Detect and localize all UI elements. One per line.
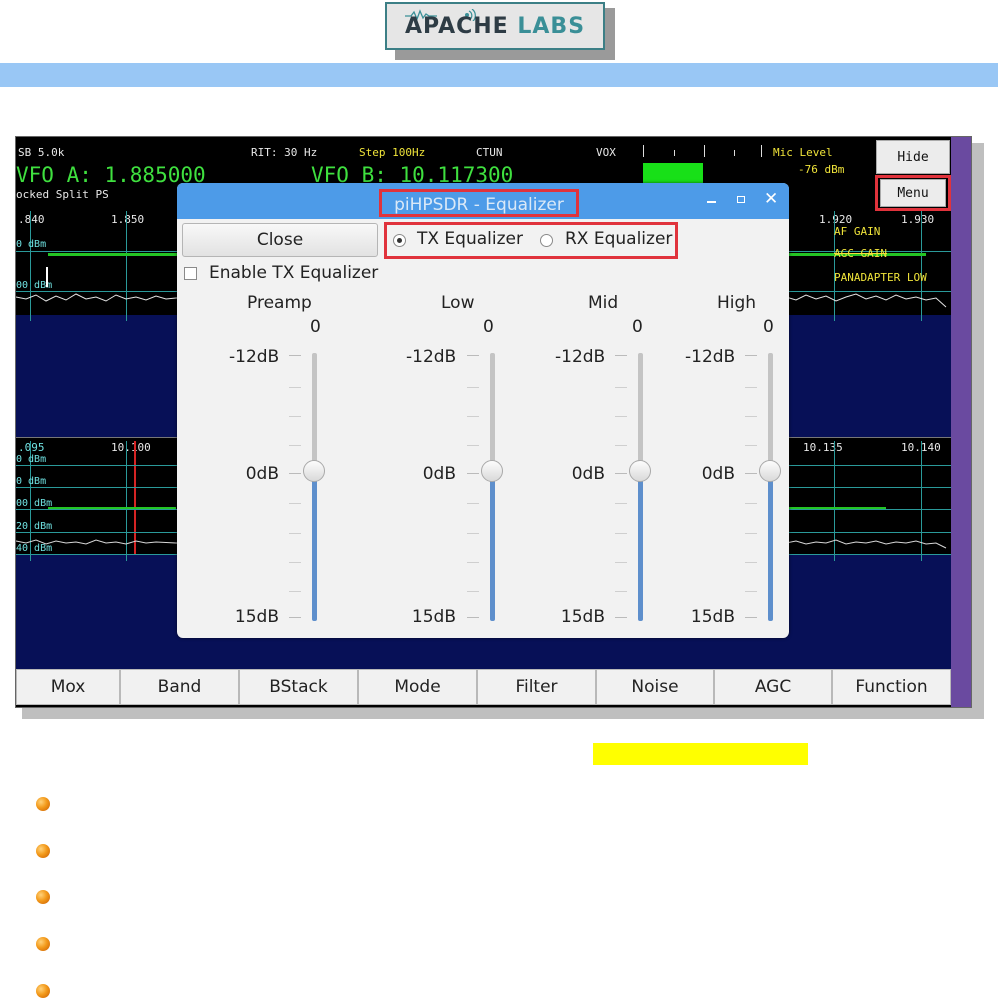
bullet-icon xyxy=(36,797,50,811)
mode-button[interactable]: Mode xyxy=(358,669,477,705)
vox-indicator: VOX xyxy=(596,146,616,159)
slider-tick xyxy=(745,562,757,563)
dbm-label-top-1: 0 dBm xyxy=(16,239,47,250)
band-mid-label: 0dB xyxy=(701,464,735,484)
bullet-icon xyxy=(36,937,50,951)
header-bar xyxy=(0,63,998,87)
overlay-af-gain: AF GAIN xyxy=(834,225,881,238)
noise-button[interactable]: Noise xyxy=(596,669,714,705)
vox-meter xyxy=(643,145,762,157)
menu-button[interactable]: Menu xyxy=(880,179,946,207)
slider-tick xyxy=(745,591,757,592)
bullet-icon xyxy=(36,844,50,858)
step-readout: Step 100Hz xyxy=(359,146,426,159)
slider-knob[interactable] xyxy=(759,460,781,482)
logo-text: APACHE LABS xyxy=(387,14,603,39)
slider-tick-major xyxy=(745,355,757,356)
overlay-agc-gain: AGC GAIN xyxy=(834,247,887,260)
hide-button[interactable]: Hide xyxy=(876,140,950,174)
mox-button[interactable]: Mox xyxy=(16,669,120,705)
slider-tick-major xyxy=(745,473,757,474)
dbm-label-b1: 0 dBm xyxy=(16,454,47,465)
filter-passband-top xyxy=(48,253,198,256)
slider-fill[interactable] xyxy=(768,471,773,621)
dbm-label-b4: 20 dBm xyxy=(16,521,53,532)
bullet-icon xyxy=(36,890,50,904)
dbm-label-b2: 0 dBm xyxy=(16,476,47,487)
eq-band-high: High 0 -12dB 0dB 15dB xyxy=(177,183,789,638)
freq-tick-b3: 10.135 xyxy=(803,441,843,454)
slider-tick xyxy=(745,416,757,417)
freq-tick-4: 1.930 xyxy=(901,213,935,226)
bstack-button[interactable]: BStack xyxy=(239,669,358,705)
mic-level-value: -76 dBm xyxy=(798,163,845,176)
overlay-panadapter-low: PANADAPTER LOW xyxy=(834,271,927,284)
mic-level-label: Mic Level xyxy=(773,146,833,159)
freq-tick-b1: .095 xyxy=(18,441,45,454)
function-button[interactable]: Function xyxy=(832,669,951,705)
apache-labs-logo: APACHE LABS xyxy=(385,2,605,50)
logo-text-accent: LABS xyxy=(517,14,586,39)
dbm-label-b3: 00 dBm xyxy=(16,498,53,509)
band-min-label: 15dB xyxy=(690,607,735,627)
slider-tick-major xyxy=(745,617,757,618)
slider-tick xyxy=(745,533,757,534)
agc-button[interactable]: AGC xyxy=(714,669,832,705)
slider-tick xyxy=(745,503,757,504)
slider-track[interactable] xyxy=(768,353,773,471)
slider-tick xyxy=(745,445,757,446)
band-value: 0 xyxy=(763,317,774,337)
pihpsdr-screenshot: SB 5.0k RIT: 30 Hz Step 100Hz CTUN VOX M… xyxy=(15,136,972,708)
mode-bandwidth: SB 5.0k xyxy=(18,146,65,159)
band-button[interactable]: Band xyxy=(120,669,239,705)
ctun-indicator: CTUN xyxy=(476,146,503,159)
freq-tick-2: 1.850 xyxy=(111,213,145,226)
bullet-icon xyxy=(36,984,50,998)
band-max-label: -12dB xyxy=(685,347,736,367)
equalizer-dialog: piHPSDR - Equalizer ✕ Close TX Equalizer… xyxy=(177,183,789,638)
slider-tick xyxy=(745,387,757,388)
status-flags: ocked Split PS xyxy=(16,188,109,201)
caption-highlight xyxy=(593,743,808,765)
freq-tick-1: .840 xyxy=(18,213,45,226)
rit-readout: RIT: 30 Hz xyxy=(251,146,318,159)
band-name: High xyxy=(717,293,757,313)
freq-tick-b2: 10.100 xyxy=(111,441,151,454)
filter-button[interactable]: Filter xyxy=(477,669,596,705)
side-strip xyxy=(951,137,971,707)
logo-text-main: APACHE xyxy=(404,14,509,39)
